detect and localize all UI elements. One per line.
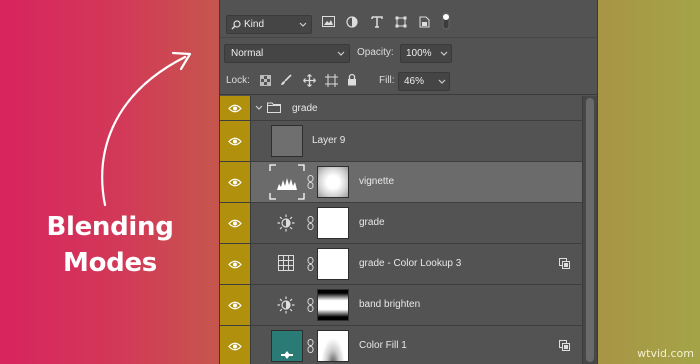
chevron-down-icon	[337, 51, 345, 56]
lock-position-icon[interactable]	[303, 74, 316, 87]
fill-input[interactable]: 46%	[398, 72, 450, 91]
eye-icon	[228, 342, 242, 350]
layer-name: grade	[359, 217, 385, 228]
visibility-toggle[interactable]	[220, 285, 251, 325]
layer-row-grade[interactable]: grade	[220, 203, 582, 244]
lock-bar: Lock: Fill: 46%	[220, 67, 597, 95]
color-lookup-grid-icon	[278, 255, 294, 271]
layer-effects-badge-icon	[559, 258, 570, 269]
layers-list: grade Layer 9 vignette grade grade - Col…	[220, 96, 597, 364]
lock-image-pixels-icon[interactable]	[280, 74, 292, 86]
layer-mask-thumbnail[interactable]	[317, 248, 349, 280]
layer-row-color-fill-1[interactable]: Color Fill 1	[220, 326, 582, 364]
filter-kind-dropdown[interactable]: Kind	[226, 15, 312, 34]
layer-name: vignette	[359, 176, 395, 187]
eye-icon	[228, 219, 242, 227]
lock-transparent-pixels-icon[interactable]	[260, 75, 271, 86]
scrollbar-thumb[interactable]	[586, 98, 594, 362]
brightness-contrast-icon	[277, 296, 295, 314]
layer-thumbnail	[271, 125, 303, 157]
folder-icon	[267, 102, 281, 113]
layer-mask-thumbnail[interactable]	[317, 330, 349, 362]
layer-name: band brighten	[359, 299, 421, 310]
search-icon	[231, 19, 241, 29]
layer-mask-thumbnail[interactable]	[317, 207, 349, 239]
blend-bar: Normal Opacity: 100%	[220, 39, 597, 67]
fill-value: 46%	[404, 76, 425, 87]
visibility-toggle[interactable]	[220, 162, 251, 202]
visibility-toggle[interactable]	[220, 121, 251, 161]
smart-object-filter-icon[interactable]	[419, 16, 430, 28]
link-chain-icon[interactable]	[307, 257, 314, 271]
chevron-down-icon	[440, 51, 448, 56]
fill-slider-icon	[281, 351, 293, 359]
curved-arrow-icon	[101, 51, 192, 207]
shape-filter-icon[interactable]	[395, 16, 407, 28]
layers-scrollbar[interactable]	[582, 96, 597, 364]
levels-adjustment-icon	[269, 164, 305, 200]
lock-label: Lock:	[226, 75, 250, 86]
layer-mask-thumbnail[interactable]	[317, 166, 349, 198]
fill-label: Fill:	[379, 75, 395, 86]
chevron-down-icon	[299, 22, 307, 27]
visibility-toggle[interactable]	[220, 244, 251, 284]
blend-mode-value: Normal	[231, 48, 264, 59]
layer-name: Layer 9	[312, 135, 346, 146]
layer-name: Color Fill 1	[359, 340, 407, 351]
link-chain-icon[interactable]	[307, 175, 314, 189]
image-filter-icon[interactable]	[322, 16, 335, 27]
filter-toggle-icon[interactable]	[442, 12, 450, 30]
link-chain-icon[interactable]	[307, 298, 314, 312]
lock-artboard-icon[interactable]	[325, 74, 338, 87]
filter-kind-label: Kind	[244, 19, 265, 30]
filter-bar: Kind	[220, 0, 597, 38]
layer-row-group-grade[interactable]: grade	[220, 96, 582, 121]
link-chain-icon[interactable]	[307, 339, 314, 353]
layer-effects-badge-icon	[559, 340, 570, 351]
eye-icon	[228, 260, 242, 268]
eye-icon	[228, 104, 242, 112]
layer-name: grade	[292, 103, 318, 114]
layer-mask-thumbnail[interactable]	[317, 289, 349, 321]
opacity-value: 100%	[406, 48, 432, 59]
type-filter-icon[interactable]	[371, 16, 383, 28]
eye-icon	[228, 301, 242, 309]
chevron-down-icon[interactable]	[255, 105, 263, 111]
eye-icon	[228, 178, 242, 186]
layer-row-vignette[interactable]: vignette	[220, 162, 582, 203]
layer-row-band-brighten[interactable]: band brighten	[220, 285, 582, 326]
opacity-label: Opacity:	[357, 47, 394, 58]
visibility-toggle[interactable]	[220, 203, 251, 243]
fill-color-swatch[interactable]	[271, 330, 303, 362]
adjustment-filter-icon[interactable]	[346, 16, 358, 28]
layers-panel: Kind Normal Opacity: 100% Lock: Fill: 46…	[219, 0, 598, 364]
watermark-text: wtvid.com	[637, 347, 694, 360]
visibility-toggle[interactable]	[220, 326, 251, 364]
opacity-input[interactable]: 100%	[400, 44, 452, 63]
chevron-down-icon	[438, 79, 446, 84]
promo-title-line2: Modes	[63, 248, 157, 278]
layer-name: grade - Color Lookup 3	[359, 258, 462, 269]
lock-all-icon[interactable]	[347, 73, 357, 86]
link-chain-icon[interactable]	[307, 216, 314, 230]
visibility-toggle[interactable]	[220, 96, 251, 120]
blend-mode-dropdown[interactable]: Normal	[224, 44, 350, 63]
promo-title-line1: Blending	[46, 212, 174, 242]
brightness-contrast-icon	[277, 214, 295, 232]
layer-row-layer-9[interactable]: Layer 9	[220, 121, 582, 162]
eye-icon	[228, 137, 242, 145]
layer-row-grade-color-lookup-3[interactable]: grade - Color Lookup 3	[220, 244, 582, 285]
